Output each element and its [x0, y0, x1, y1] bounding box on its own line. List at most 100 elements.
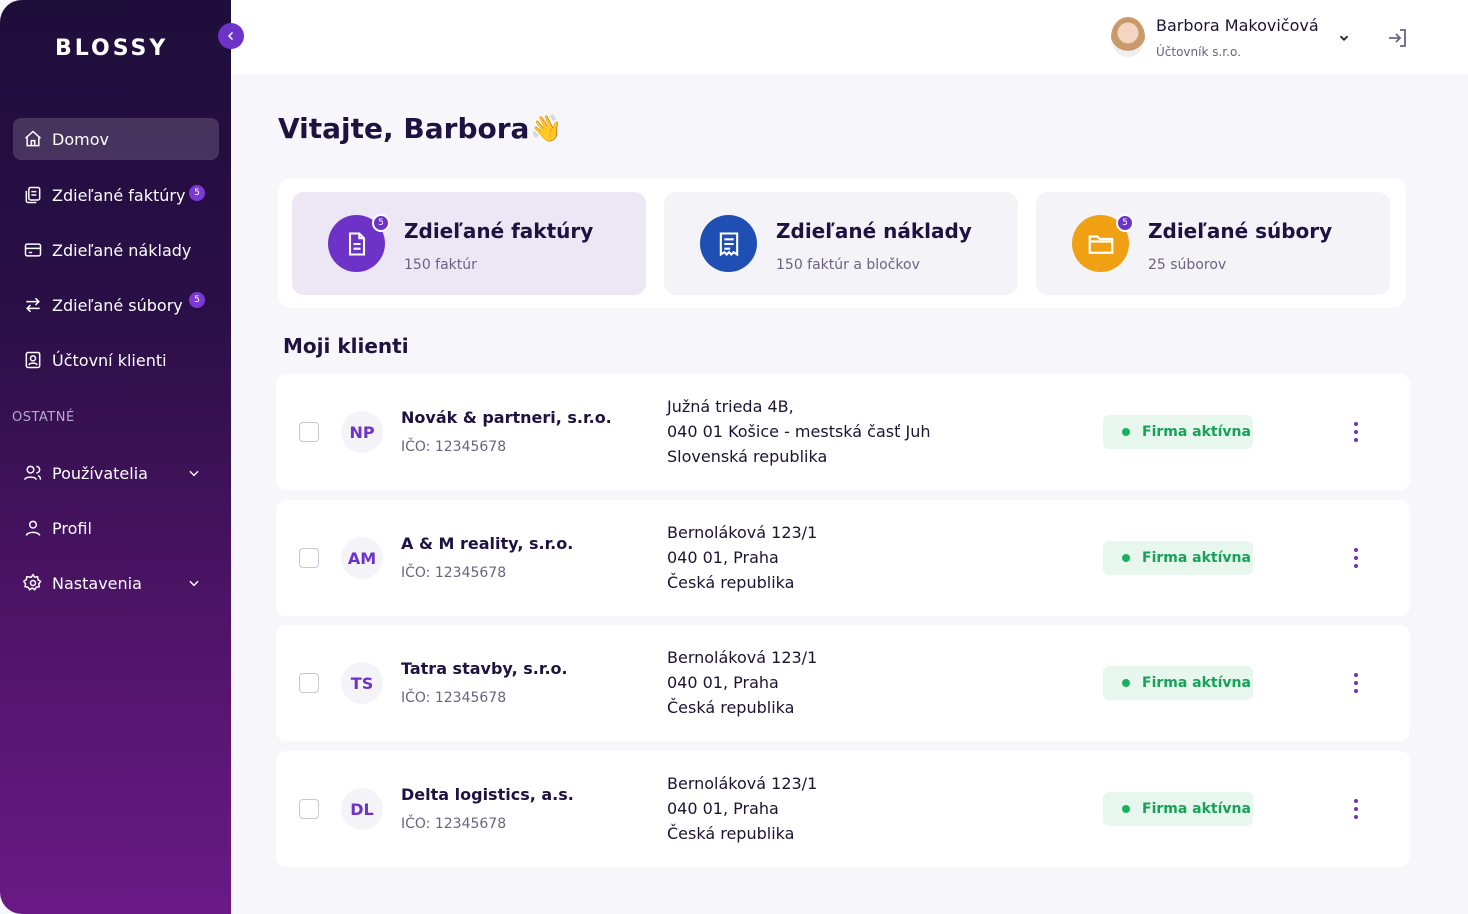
sidebar-item-label: Domov — [52, 129, 109, 149]
count-badge: 5 — [189, 292, 205, 308]
card-zdielane-faktury[interactable]: 5 Zdieľané faktúry 150 faktúr — [292, 192, 646, 295]
chevron-down-icon[interactable] — [187, 575, 201, 594]
card-zdielane-subory[interactable]: 5 Zdieľané súbory 25 súborov — [1036, 192, 1390, 295]
contact-icon — [22, 349, 44, 371]
client-name[interactable]: A & M reality, s.r.o. — [401, 534, 573, 553]
top-bar — [231, 0, 1468, 74]
card-title: Zdieľané súbory — [1148, 219, 1333, 243]
sidebar-item-domov[interactable]: Domov — [13, 118, 219, 160]
sidebar-item-subory[interactable]: Zdieľané súbory 5 — [13, 284, 219, 326]
row-checkbox[interactable] — [299, 799, 319, 819]
table-row[interactable]: NP Novák & partneri, s.r.o. IČO: 1234567… — [276, 374, 1410, 490]
table-row[interactable]: DL Delta logistics, a.s. IČO: 12345678 B… — [276, 751, 1410, 867]
status-dot — [1122, 428, 1130, 436]
card-title: Zdieľané faktúry — [404, 219, 594, 243]
client-initials-avatar: NP — [341, 411, 383, 453]
count-badge: 5 — [1116, 214, 1134, 232]
summary-cards: 5 Zdieľané faktúry 150 faktúr Zdieľané n… — [278, 178, 1406, 308]
address-line: Slovenská republika — [667, 447, 828, 466]
user-name[interactable]: Barbora Makovičová — [1156, 16, 1319, 35]
more-options-icon[interactable] — [1344, 669, 1368, 697]
more-options-icon[interactable] — [1344, 544, 1368, 572]
count-badge: 5 — [372, 214, 390, 232]
users-icon — [22, 462, 44, 484]
status-dot — [1122, 805, 1130, 813]
clients-section-title: Moji klienti — [283, 334, 409, 358]
client-address: Bernoláková 123/1 040 01, Praha Česká re… — [667, 520, 817, 595]
sidebar-item-klienti[interactable]: Účtovní klienti — [13, 339, 219, 381]
sidebar-item-label: Zdieľané súbory — [52, 295, 183, 315]
address-line: Bernoláková 123/1 — [667, 774, 818, 793]
client-initials-avatar: AM — [341, 537, 383, 579]
row-checkbox[interactable] — [299, 548, 319, 568]
collapse-sidebar-button[interactable] — [218, 23, 244, 49]
status-dot — [1122, 679, 1130, 687]
address-line: 040 01, Praha — [667, 548, 779, 567]
row-checkbox[interactable] — [299, 422, 319, 442]
chevron-left-icon — [227, 31, 234, 41]
sidebar-item-profil[interactable]: Profil — [13, 507, 219, 549]
table-row[interactable]: TS Tatra stavby, s.r.o. IČO: 12345678 Be… — [276, 625, 1410, 741]
client-ico: IČO: 12345678 — [401, 439, 507, 455]
client-initials-avatar: TS — [341, 662, 383, 704]
sidebar-item-label: Profil — [52, 518, 92, 538]
client-name[interactable]: Delta logistics, a.s. — [401, 785, 574, 804]
chevron-down-icon[interactable] — [1337, 30, 1351, 49]
address-line: 040 01, Praha — [667, 673, 779, 692]
address-line: 040 01, Praha — [667, 799, 779, 818]
sidebar-item-label: Nastavenia — [52, 573, 142, 593]
gear-icon — [22, 572, 44, 594]
arrows-icon — [22, 294, 44, 316]
sidebar-item-pouzivatelia[interactable]: Používatelia — [13, 452, 219, 494]
client-address: Bernoláková 123/1 040 01, Praha Česká re… — [667, 771, 817, 846]
sidebar: BLOSSY Domov Zdieľané faktúry 5 Zdieľané… — [0, 0, 231, 914]
client-name[interactable]: Tatra stavby, s.r.o. — [401, 659, 568, 678]
documents-icon — [22, 184, 44, 206]
address-line: Česká republika — [667, 824, 795, 843]
status-label: Firma aktívna — [1142, 550, 1251, 566]
status-label: Firma aktívna — [1142, 424, 1251, 440]
status-label: Firma aktívna — [1142, 675, 1251, 691]
receipt-icon — [700, 215, 757, 272]
client-ico: IČO: 12345678 — [401, 565, 507, 581]
count-badge: 5 — [189, 185, 205, 201]
sidebar-item-label: Zdieľané faktúry — [52, 185, 186, 205]
app-logo[interactable]: BLOSSY — [55, 36, 168, 61]
sidebar-item-faktury[interactable]: Zdieľané faktúry 5 — [13, 174, 219, 216]
row-checkbox[interactable] — [299, 673, 319, 693]
address-line: Česká republika — [667, 573, 795, 592]
chevron-down-icon[interactable] — [187, 465, 201, 484]
address-line: Bernoláková 123/1 — [667, 523, 818, 542]
status-label: Firma aktívna — [1142, 801, 1251, 817]
table-row[interactable]: AM A & M reality, s.r.o. IČO: 12345678 B… — [276, 500, 1410, 616]
card-title: Zdieľané náklady — [776, 219, 972, 243]
status-badge: Firma aktívna — [1103, 541, 1253, 575]
address-line: 040 01 Košice - mestská časť Juh — [667, 422, 931, 441]
person-icon — [22, 517, 44, 539]
status-dot — [1122, 554, 1130, 562]
card-icon — [22, 239, 44, 261]
client-ico: IČO: 12345678 — [401, 690, 507, 706]
more-options-icon[interactable] — [1344, 795, 1368, 823]
home-icon — [22, 128, 44, 150]
card-subtitle: 150 faktúr — [404, 257, 477, 273]
card-subtitle: 150 faktúr a bločkov — [776, 257, 920, 273]
section-label-ostatne: OSTATNÉ — [12, 410, 75, 425]
sidebar-item-nastavenia[interactable]: Nastavenia — [13, 562, 219, 604]
avatar[interactable] — [1111, 17, 1145, 57]
more-options-icon[interactable] — [1344, 418, 1368, 446]
status-badge: Firma aktívna — [1103, 792, 1253, 826]
address-line: Južná trieda 4B, — [667, 397, 794, 416]
client-name[interactable]: Novák & partneri, s.r.o. — [401, 408, 612, 427]
sidebar-item-naklady[interactable]: Zdieľané náklady — [13, 229, 219, 271]
card-subtitle: 25 súborov — [1148, 257, 1227, 273]
client-address: Južná trieda 4B, 040 01 Košice - mestská… — [667, 394, 930, 469]
page-title: Vitajte, Barbora — [278, 112, 530, 145]
user-role: Účtovník s.r.o. — [1156, 45, 1241, 59]
client-initials-avatar: DL — [341, 788, 383, 830]
logout-icon[interactable] — [1386, 26, 1410, 54]
address-line: Bernoláková 123/1 — [667, 648, 818, 667]
sidebar-item-label: Účtovní klienti — [52, 350, 167, 370]
card-zdielane-naklady[interactable]: Zdieľané náklady 150 faktúr a bločkov — [664, 192, 1018, 295]
address-line: Česká republika — [667, 698, 795, 717]
